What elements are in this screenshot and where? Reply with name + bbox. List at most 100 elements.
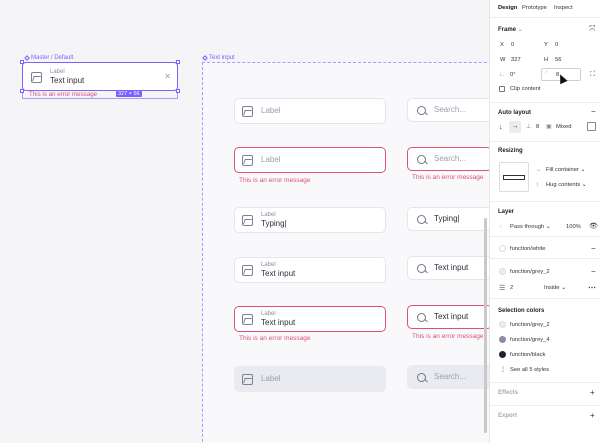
x-input[interactable]: 0 <box>511 42 514 48</box>
vertical-resize-icon: ↕ <box>536 182 539 188</box>
vertical-resizing-dropdown[interactable]: Hug contents ⌄ <box>546 182 587 188</box>
resize-handle[interactable] <box>176 89 180 93</box>
tab-inspect[interactable]: Inspect <box>554 5 573 11</box>
divider <box>490 141 600 142</box>
text-input-filled[interactable]: Label Text input <box>234 257 386 283</box>
color-swatch[interactable] <box>499 351 506 358</box>
tab-prototype[interactable]: Prototype <box>522 5 547 11</box>
search-value: Text input <box>434 312 469 322</box>
text-input-typing[interactable]: Label Typing| <box>234 207 386 233</box>
text-input-error[interactable]: Label <box>234 147 386 173</box>
direction-right-icon[interactable]: → <box>509 121 521 133</box>
field-value: Text input <box>50 76 85 86</box>
resizing-diagram[interactable] <box>499 162 529 192</box>
stroke-width-input[interactable]: 2 <box>510 285 513 291</box>
search-value: Typing| <box>434 214 460 224</box>
frame-section-title[interactable]: Frame ⌄ <box>498 26 523 33</box>
horizontal-resizing-dropdown[interactable]: Fill container ⌄ <box>546 167 585 173</box>
master-text-input[interactable]: Label Text input ✕ <box>22 62 178 91</box>
opacity-input[interactable]: 100% <box>566 224 581 230</box>
stroke-position-dropdown[interactable]: Inside ⌄ <box>544 285 566 291</box>
eye-icon[interactable]: 👁 <box>589 222 598 230</box>
stroke-style-name[interactable]: function/grey_2 <box>510 269 550 275</box>
master-error-row: This is an error message 327 × 56 <box>22 91 178 99</box>
resize-handle[interactable] <box>20 89 24 93</box>
clip-content-checkbox[interactable] <box>499 86 505 92</box>
text-input-disabled[interactable]: Label <box>234 366 386 392</box>
resize-handle[interactable] <box>20 60 24 64</box>
fill-swatch[interactable] <box>499 245 506 252</box>
field-placeholder: Label <box>261 374 281 384</box>
remove-stroke-icon[interactable]: − <box>591 267 596 276</box>
independent-corners-icon[interactable]: ⛶ <box>590 71 595 79</box>
resize-handle[interactable] <box>176 60 180 64</box>
chevron-down-icon: ⌄ <box>517 27 523 33</box>
error-message: This is an error message <box>239 335 311 342</box>
rotation-input[interactable]: 0° <box>510 72 516 78</box>
resizing-title: Resizing <box>498 148 523 154</box>
selection-colors-title: Selection colors <box>498 308 545 314</box>
remove-fill-icon[interactable]: − <box>591 244 596 253</box>
search-icon <box>417 263 426 273</box>
search-value: Text input <box>434 263 469 273</box>
w-input[interactable]: 327 <box>511 57 521 63</box>
selection-color-name[interactable]: function/black <box>510 352 545 358</box>
y-label: Y <box>544 42 548 48</box>
auto-layout-title: Auto layout <box>498 110 531 116</box>
search-input-typing[interactable]: Typing| <box>407 207 489 231</box>
design-canvas[interactable]: Master / Default Label Text input ✕ This… <box>0 0 489 443</box>
canvas-scrollbar[interactable] <box>484 218 487 433</box>
field-label: Label <box>261 211 276 218</box>
more-options-icon[interactable]: ⋯ <box>588 283 596 292</box>
fit-icon[interactable]: ⤧ <box>589 24 595 34</box>
add-export-icon[interactable]: + <box>590 411 595 420</box>
direction-down-icon[interactable]: ↓ <box>499 124 503 131</box>
search-icon <box>417 154 426 164</box>
image-icon <box>242 373 253 385</box>
field-value: Text input <box>261 317 296 327</box>
padding-input[interactable]: Mixed <box>556 124 571 130</box>
selection-color-name[interactable]: function/grey_2 <box>510 322 550 328</box>
size-badge: 327 × 56 <box>116 91 142 97</box>
field-label: Label <box>261 310 276 317</box>
search-input-disabled[interactable]: Search... <box>407 365 489 389</box>
text-input-frame-label[interactable]: Text input <box>202 55 235 61</box>
image-icon <box>242 264 253 276</box>
blend-mode-dropdown[interactable]: Pass through ⌄ <box>510 224 551 230</box>
search-placeholder: Search... <box>434 105 467 115</box>
add-effect-icon[interactable]: + <box>590 388 595 397</box>
divider <box>490 102 600 103</box>
rotation-icon: ∟ <box>499 72 505 78</box>
search-input-filled[interactable]: Text input <box>407 256 489 280</box>
master-frame-label[interactable]: Master / Default <box>24 55 73 61</box>
search-input-default[interactable]: Search... <box>407 98 489 122</box>
error-message: This is an error message <box>239 177 311 184</box>
selection-color-name[interactable]: function/grey_4 <box>510 337 550 343</box>
remove-auto-layout-icon[interactable]: − <box>591 107 596 116</box>
h-input[interactable]: 56 <box>555 57 561 63</box>
y-input[interactable]: 0 <box>555 42 558 48</box>
tab-design[interactable]: Design <box>498 5 517 11</box>
clear-icon[interactable]: ✕ <box>164 72 171 81</box>
stroke-swatch[interactable] <box>499 268 506 275</box>
error-message: This is an error message <box>29 91 98 98</box>
spacing-input[interactable]: 8 <box>536 124 539 130</box>
search-icon <box>417 105 426 115</box>
text-input-filled-error[interactable]: Label Text input <box>234 306 386 332</box>
layer-title: Layer <box>498 209 515 215</box>
alignment-icon[interactable] <box>587 122 596 131</box>
blend-mode-value: Pass through <box>510 224 545 230</box>
properties-panel: Design Prototype Inspect Frame ⌄ ⤧ X 0 Y… <box>489 0 600 443</box>
image-icon <box>242 154 253 166</box>
fill-style-name[interactable]: function/white <box>510 246 545 252</box>
search-input-filled-error[interactable]: Text input <box>407 305 489 329</box>
color-swatch[interactable] <box>499 321 506 328</box>
see-all-styles-link[interactable]: See all 5 styles <box>510 367 549 373</box>
text-input-default[interactable]: Label <box>234 98 386 124</box>
blend-mode-icon: ◌ <box>499 224 503 230</box>
search-input-error[interactable]: Search... <box>407 147 489 171</box>
resizing-box <box>503 175 525 180</box>
stroke-weight-icon: ☰ <box>499 285 506 292</box>
color-swatch[interactable] <box>499 336 506 343</box>
divider <box>490 236 600 237</box>
